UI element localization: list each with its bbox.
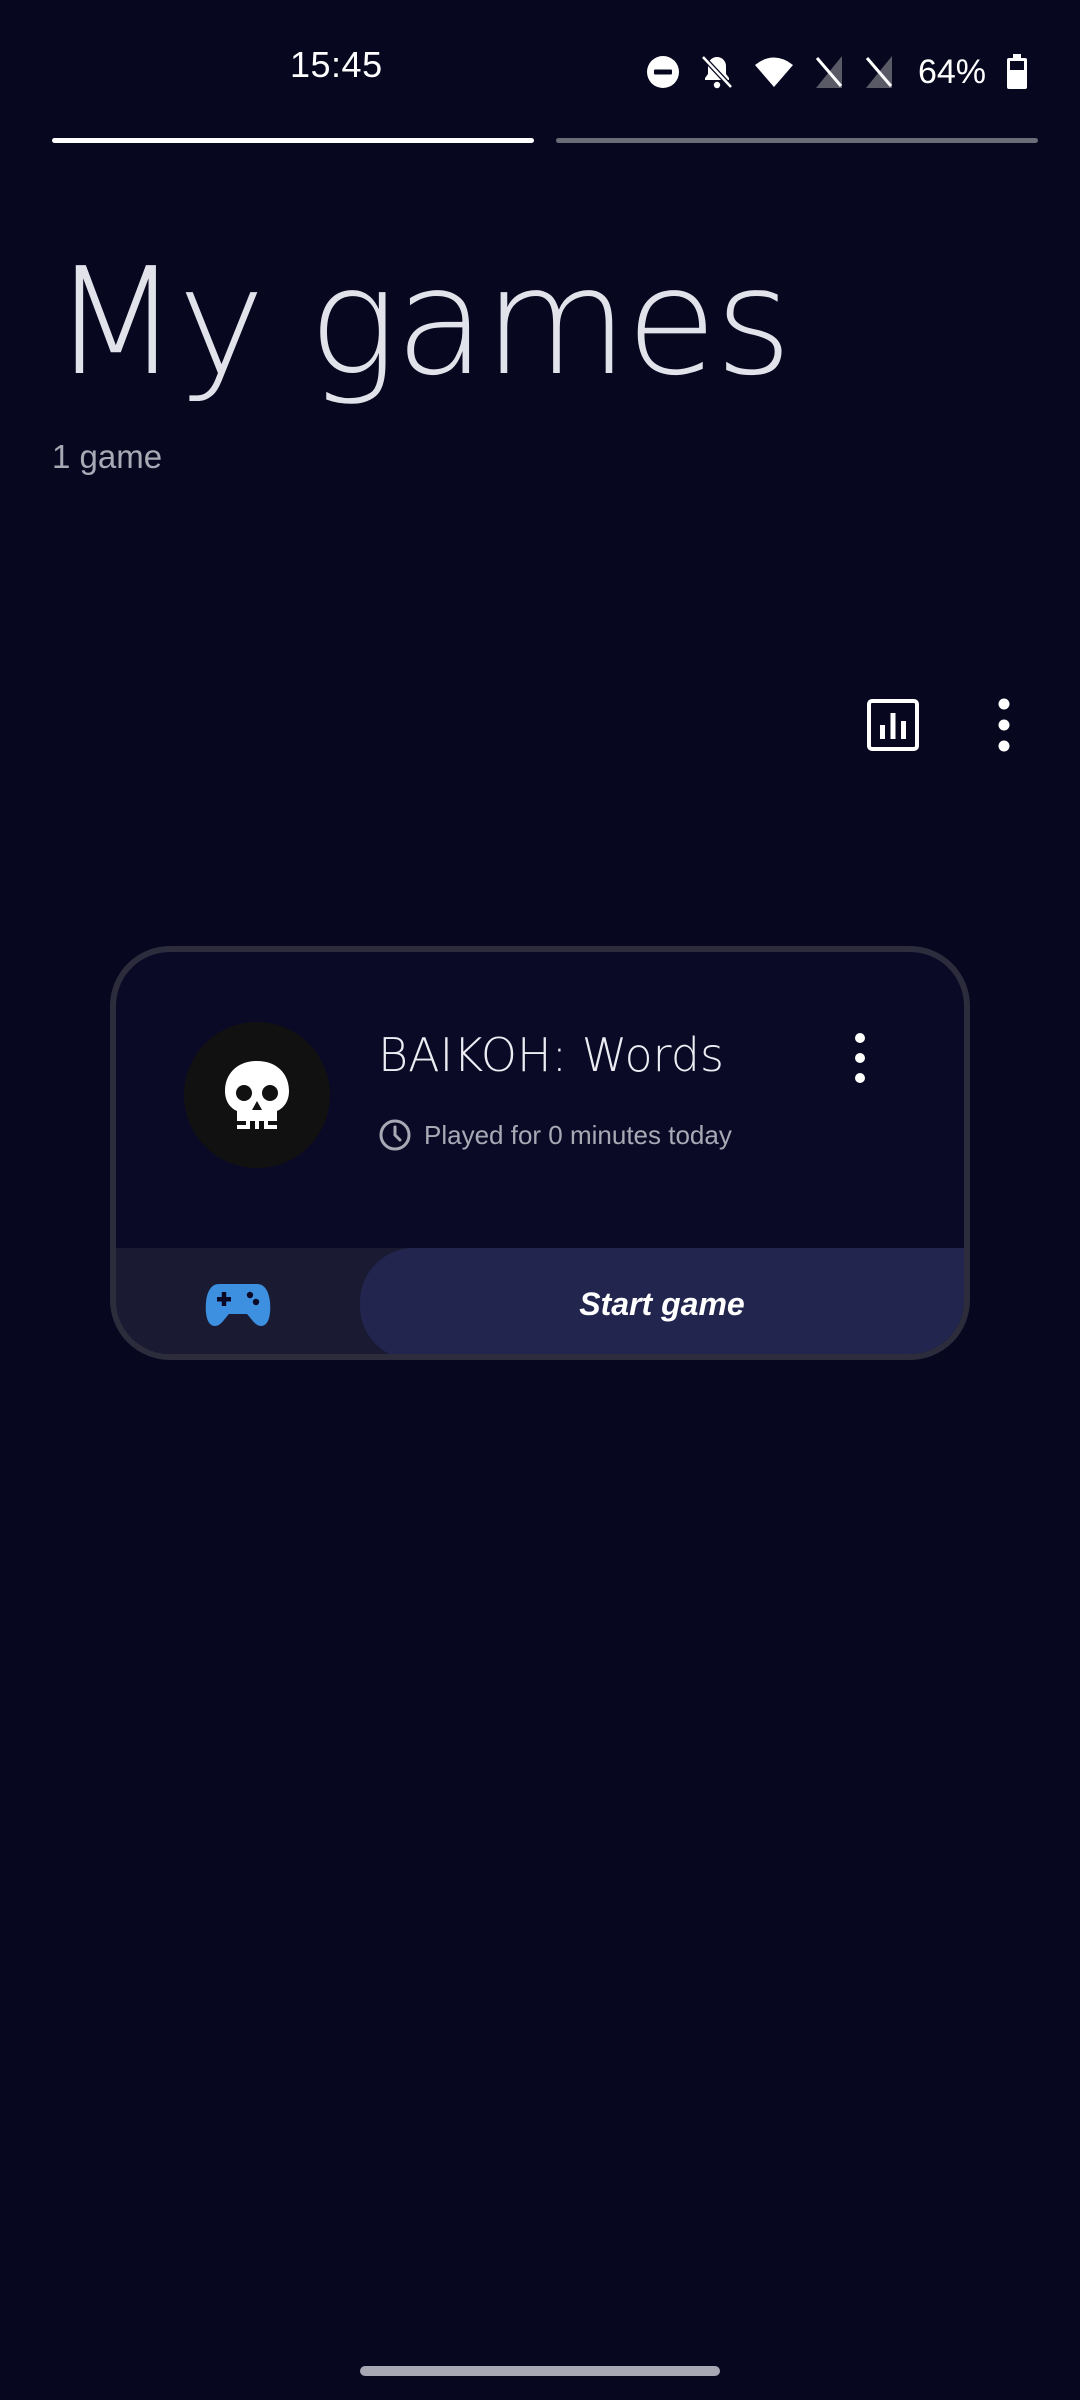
status-time: 15:45	[290, 44, 383, 85]
gamepad-icon	[205, 1284, 271, 1326]
wifi-icon	[754, 56, 794, 88]
stats-icon	[867, 699, 919, 751]
skull-icon	[225, 1061, 289, 1129]
start-game-label: Start game	[579, 1285, 745, 1322]
no-sim-icon	[864, 55, 894, 89]
game-more-options-button[interactable]	[840, 1030, 880, 1086]
more-options-button[interactable]	[978, 696, 1030, 754]
battery-percent: 64%	[917, 52, 986, 91]
do-not-disturb-icon	[646, 55, 680, 89]
playtime-text: Played for 0 minutes today	[424, 1119, 732, 1150]
playtime-row: Played for 0 minutes today	[378, 1118, 732, 1152]
start-game-button[interactable]: Start game	[360, 1248, 964, 1354]
bell-off-icon	[700, 54, 734, 90]
status-icons: 64%	[646, 50, 1028, 94]
game-title: BAIKOH: Words	[378, 1028, 724, 1082]
game-avatar	[184, 1022, 330, 1168]
more-vert-icon	[998, 698, 1010, 752]
game-controller-button[interactable]	[116, 1248, 360, 1354]
gesture-navigation-bar[interactable]	[360, 2366, 720, 2376]
no-sim-icon	[814, 55, 844, 89]
clock-icon	[379, 1119, 411, 1151]
page-title: My games	[52, 236, 792, 408]
battery-icon	[1006, 54, 1028, 90]
game-card[interactable]: BAIKOH: Words Played for 0 minutes today…	[110, 946, 970, 1360]
page-indicator-segment[interactable]	[556, 138, 1038, 143]
page-indicator-segment-active[interactable]	[52, 138, 534, 143]
page-indicator	[52, 138, 1038, 144]
game-count: 1 game	[52, 438, 163, 475]
stats-button[interactable]	[866, 698, 920, 752]
more-vert-icon	[855, 1033, 865, 1083]
